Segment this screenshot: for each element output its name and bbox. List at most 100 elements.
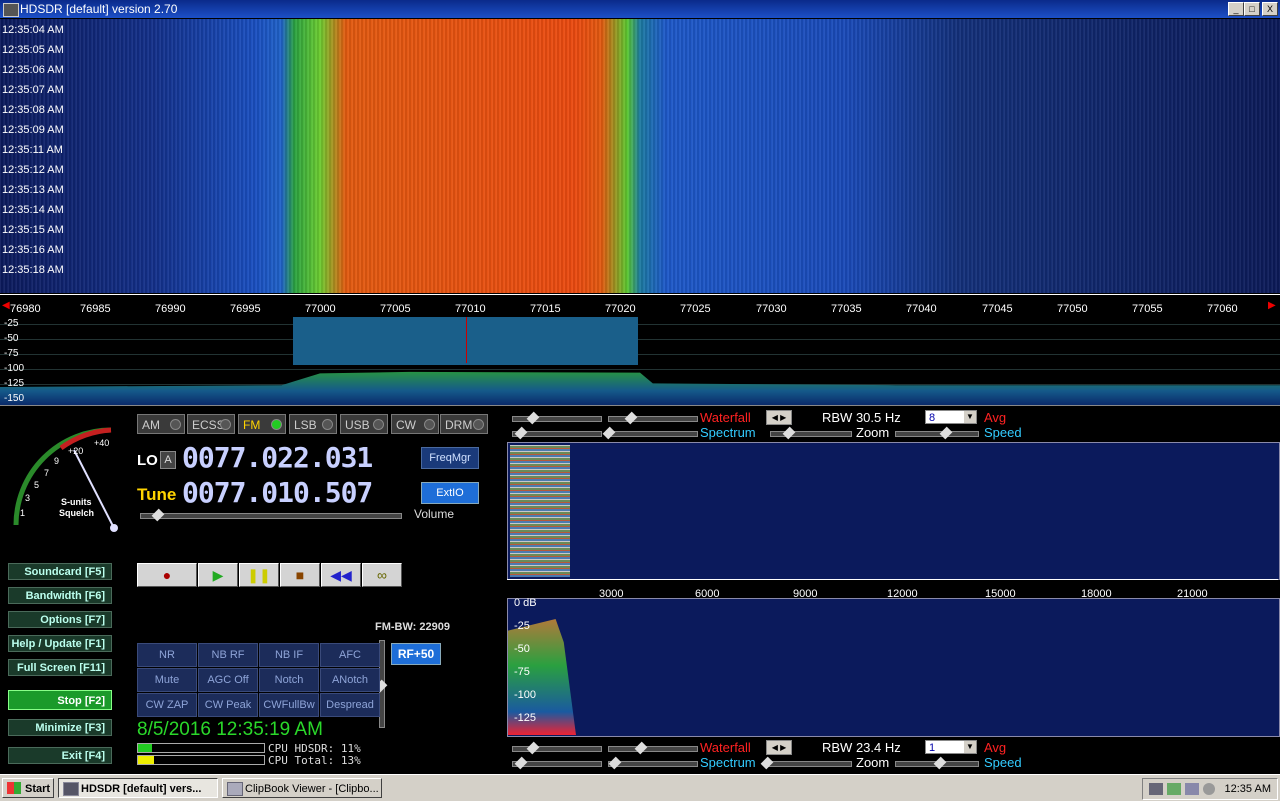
volume-slider[interactable] bbox=[140, 508, 402, 522]
rf-avg-select[interactable]: 8 ▼ bbox=[925, 410, 977, 424]
slider-thumb[interactable] bbox=[933, 756, 947, 770]
despread-button[interactable]: Despread bbox=[320, 693, 380, 717]
pause-icon[interactable]: ❚❚ bbox=[239, 563, 279, 587]
s-meter[interactable]: 1 3 5 7 9 +20 +40 S-units Squelch bbox=[6, 420, 126, 535]
afc-button[interactable]: AFC bbox=[320, 643, 380, 667]
scroll-right-icon[interactable]: ▶ bbox=[1268, 300, 1276, 311]
rf-speed-slider[interactable] bbox=[895, 426, 979, 440]
scroll-left-icon[interactable]: ◀ bbox=[2, 300, 10, 311]
smeter-scale-label: 3 bbox=[25, 493, 30, 503]
af-speed-slider[interactable] bbox=[895, 756, 979, 770]
maximize-window-button[interactable]: □ bbox=[1244, 2, 1260, 16]
display-icon[interactable] bbox=[1185, 783, 1199, 795]
af-spectrum[interactable]: 0 dB -25 -50 -75 -100 -125 bbox=[507, 597, 1280, 737]
rf-rbw-label: RBW 30.5 Hz bbox=[822, 410, 901, 425]
freq-tick: 77045 bbox=[982, 303, 1013, 315]
soundcard-button[interactable]: Soundcard [F5] bbox=[8, 563, 112, 580]
minimize-button[interactable]: Minimize [F3] bbox=[8, 719, 112, 736]
cw-peak-button[interactable]: CW Peak bbox=[198, 693, 258, 717]
record-icon[interactable]: ● bbox=[137, 563, 197, 587]
minimize-window-button[interactable]: _ bbox=[1228, 2, 1244, 16]
slider-thumb[interactable] bbox=[514, 756, 528, 770]
app-icon bbox=[3, 3, 19, 17]
cw-fullbw-button[interactable]: CWFullBw bbox=[259, 693, 319, 717]
stop-icon[interactable]: ■ bbox=[280, 563, 320, 587]
slider-thumb[interactable] bbox=[526, 411, 540, 425]
db-label: -50 bbox=[4, 333, 19, 344]
af-frequency-axis[interactable]: 3000 6000 9000 12000 15000 18000 21000 bbox=[507, 579, 1278, 600]
play-icon[interactable]: ▶ bbox=[198, 563, 238, 587]
slider-thumb[interactable] bbox=[514, 426, 528, 440]
rf-spectrum-contrast-slider[interactable] bbox=[512, 426, 602, 440]
rewind-icon[interactable]: ◀◀ bbox=[321, 563, 361, 587]
af-spectrum-brightness-slider[interactable] bbox=[608, 756, 698, 770]
slider-thumb[interactable] bbox=[634, 741, 648, 755]
rf-waterfall-brightness-slider[interactable] bbox=[608, 411, 698, 425]
filter-passband[interactable] bbox=[293, 317, 638, 365]
rf-gain-button[interactable]: RF+50 bbox=[391, 643, 441, 665]
start-button[interactable]: Start bbox=[2, 778, 54, 798]
volume-icon[interactable] bbox=[1203, 783, 1215, 795]
full-screen-button[interactable]: Full Screen [F11] bbox=[8, 659, 112, 676]
freq-tick: 77050 bbox=[1057, 303, 1088, 315]
anotch-button[interactable]: ANotch bbox=[320, 668, 380, 692]
tune-frequency[interactable]: 0077.010.507 bbox=[182, 476, 373, 509]
mode-drm-button[interactable]: DRM bbox=[440, 414, 488, 434]
af-spectrum-contrast-slider[interactable] bbox=[512, 756, 602, 770]
slider-thumb[interactable] bbox=[624, 411, 638, 425]
rf-zoom-slider[interactable] bbox=[770, 426, 852, 440]
lo-label: LO bbox=[137, 452, 158, 469]
options-button[interactable]: Options [F7] bbox=[8, 611, 112, 628]
slider-thumb[interactable] bbox=[602, 426, 616, 440]
frequency-axis[interactable]: ◀ 76980 76985 76990 76995 77000 77005 77… bbox=[0, 294, 1280, 318]
taskbar-item-clipbook[interactable]: ClipBook Viewer - [Clipbo... bbox=[222, 778, 382, 798]
rf-spectrum-brightness-slider[interactable] bbox=[602, 426, 698, 440]
freqmgr-button[interactable]: FreqMgr bbox=[421, 447, 479, 469]
mode-ecss-button[interactable]: ECSS bbox=[187, 414, 235, 434]
slider-thumb[interactable] bbox=[760, 756, 774, 770]
close-window-button[interactable]: X bbox=[1262, 2, 1278, 16]
rf-spectrum[interactable]: -25 -50 -75 -100 -125 -150 bbox=[0, 317, 1280, 406]
nb-if-button[interactable]: NB IF bbox=[259, 643, 319, 667]
af-zoom-slider[interactable] bbox=[760, 756, 852, 770]
slider-thumb[interactable] bbox=[151, 508, 165, 522]
notch-button[interactable]: Notch bbox=[259, 668, 319, 692]
stop-button[interactable]: Stop [F2] bbox=[8, 690, 112, 710]
af-waterfall[interactable] bbox=[507, 442, 1280, 580]
nb-rf-button[interactable]: NB RF bbox=[198, 643, 258, 667]
af-waterfall-spin[interactable]: ◀ ▶ bbox=[766, 740, 792, 755]
af-waterfall-brightness-slider[interactable] bbox=[608, 741, 698, 755]
bandwidth-button[interactable]: Bandwidth [F6] bbox=[8, 587, 112, 604]
taskbar-item-hdsdr[interactable]: HDSDR [default] vers... bbox=[58, 778, 218, 798]
freq-tick: 77030 bbox=[756, 303, 787, 315]
help-update-button[interactable]: Help / Update [F1] bbox=[8, 635, 112, 652]
cw-zap-button[interactable]: CW ZAP bbox=[137, 693, 197, 717]
slider-thumb[interactable] bbox=[782, 426, 796, 440]
rf-waterfall-spin[interactable]: ◀ ▶ bbox=[766, 410, 792, 425]
af-avg-select[interactable]: 1 ▼ bbox=[925, 740, 977, 754]
extio-button[interactable]: ExtIO bbox=[421, 482, 479, 504]
af-zoom-label: Zoom bbox=[856, 755, 890, 770]
mode-usb-button[interactable]: USB bbox=[340, 414, 388, 434]
lo-lock-a[interactable]: A bbox=[160, 451, 176, 469]
mode-lsb-button[interactable]: LSB bbox=[289, 414, 337, 434]
loop-icon[interactable]: ∞ bbox=[362, 563, 402, 587]
tune-cursor[interactable] bbox=[466, 317, 467, 363]
lo-frequency[interactable]: 0077.022.031 bbox=[182, 441, 373, 474]
nr-button[interactable]: NR bbox=[137, 643, 197, 667]
clock[interactable]: 12:35 AM bbox=[1225, 779, 1271, 799]
rf-waterfall-contrast-slider[interactable] bbox=[512, 411, 602, 425]
mode-am-button[interactable]: AM bbox=[137, 414, 185, 434]
network-icon[interactable] bbox=[1149, 783, 1163, 795]
slider-thumb[interactable] bbox=[939, 426, 953, 440]
slider-thumb[interactable] bbox=[526, 741, 540, 755]
mute-button[interactable]: Mute bbox=[137, 668, 197, 692]
slider-thumb[interactable] bbox=[608, 756, 622, 770]
agc-off-button[interactable]: AGC Off bbox=[198, 668, 258, 692]
af-waterfall-contrast-slider[interactable] bbox=[512, 741, 602, 755]
exit-button[interactable]: Exit [F4] bbox=[8, 747, 112, 764]
rf-waterfall[interactable]: 12:35:04 AM 12:35:05 AM 12:35:06 AM 12:3… bbox=[0, 19, 1280, 293]
security-icon[interactable] bbox=[1167, 783, 1181, 795]
mode-fm-button[interactable]: FM bbox=[238, 414, 286, 434]
mode-cw-button[interactable]: CW bbox=[391, 414, 439, 434]
